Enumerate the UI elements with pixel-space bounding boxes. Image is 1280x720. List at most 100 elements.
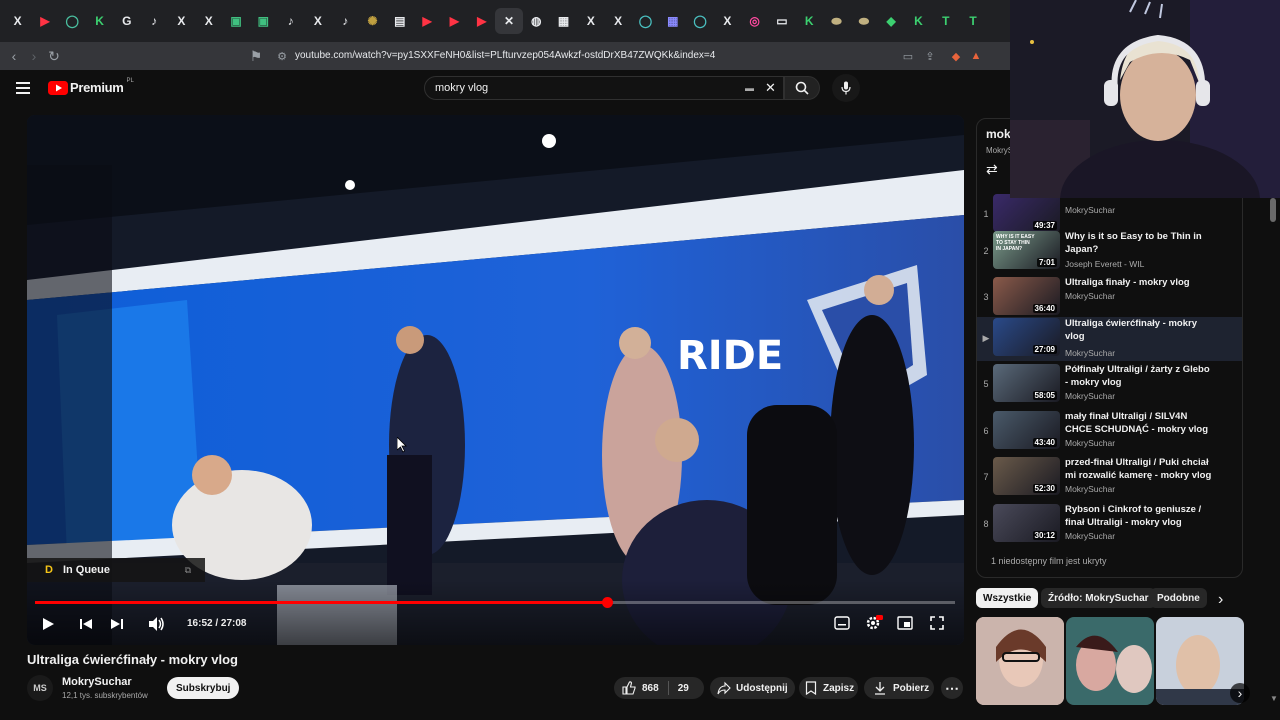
browser-tab[interactable]: ▶ bbox=[441, 8, 468, 34]
browser-tab[interactable]: ▣ bbox=[222, 8, 249, 34]
channel-name[interactable]: MokrySuchar bbox=[62, 676, 132, 688]
browser-tab[interactable]: ▦ bbox=[659, 8, 686, 34]
scroll-down-icon[interactable]: ▼ bbox=[1270, 694, 1278, 703]
thumbnails-next-icon[interactable]: › bbox=[1230, 683, 1250, 703]
dislike-button[interactable]: 29 bbox=[678, 683, 689, 694]
back-arrow-icon[interactable]: ‹ bbox=[4, 46, 24, 66]
browser-tab[interactable]: ⬬ bbox=[850, 8, 877, 34]
recommendation-thumbnail[interactable] bbox=[1066, 617, 1154, 705]
browser-tab[interactable]: ◍ bbox=[523, 8, 550, 34]
clear-search-icon[interactable]: ✕ bbox=[765, 80, 776, 96]
browser-tab[interactable]: K bbox=[86, 8, 113, 34]
keyboard-icon[interactable]: ▬ bbox=[745, 83, 754, 93]
playlist-item[interactable]: 7 52:30 przed-finał Ultraligi / Puki chcia… bbox=[977, 456, 1242, 502]
subtitles-button[interactable] bbox=[834, 616, 850, 635]
like-button[interactable]: 868 bbox=[622, 681, 659, 695]
browser-tab[interactable]: X bbox=[168, 8, 195, 34]
voice-search-button[interactable] bbox=[832, 74, 860, 102]
browser-tab[interactable]: ▣ bbox=[250, 8, 277, 34]
playlist-item[interactable]: 2 WHY IS IT EASY TO STAY THIN IN JAPAN? 7:… bbox=[977, 230, 1242, 276]
install-app-icon[interactable]: ▭ bbox=[898, 46, 918, 66]
browser-tab[interactable]: T bbox=[932, 8, 959, 34]
browser-tab[interactable]: G bbox=[113, 8, 140, 34]
site-info-icon[interactable]: ⚙ bbox=[272, 46, 292, 66]
playlist-item[interactable]: 6 43:40 mały finał Ultraligi / SILV4N CHCE… bbox=[977, 410, 1242, 456]
page-scrollbar[interactable] bbox=[1270, 198, 1276, 222]
download-button[interactable]: Pobierz bbox=[864, 677, 934, 699]
share-icon bbox=[717, 681, 731, 695]
channel-avatar[interactable]: MS bbox=[27, 675, 53, 701]
browser-tab[interactable]: K bbox=[796, 8, 823, 34]
play-button[interactable] bbox=[41, 617, 55, 636]
search-input[interactable]: mokry vlog ▬ ✕ bbox=[424, 76, 784, 100]
settings-button[interactable] bbox=[865, 615, 883, 636]
filter-chip[interactable]: Podobne bbox=[1150, 588, 1207, 608]
previous-button[interactable] bbox=[79, 617, 93, 636]
chips-next-icon[interactable]: › bbox=[1218, 591, 1223, 609]
expand-queue-icon[interactable]: ⧉ bbox=[185, 565, 191, 576]
fullscreen-button[interactable] bbox=[930, 616, 944, 635]
more-actions-button[interactable]: ⋯ bbox=[941, 677, 963, 699]
subscribe-button[interactable]: Subskrybuj bbox=[167, 677, 240, 699]
browser-tab[interactable]: X bbox=[577, 8, 604, 34]
next-button[interactable] bbox=[110, 617, 124, 636]
save-button[interactable]: Zapisz bbox=[799, 677, 858, 699]
rewards-icon[interactable]: ▲ bbox=[966, 46, 986, 66]
playlist-item[interactable]: 5 58:05 Półfinały Ultraligi / żarty z Gleb… bbox=[977, 363, 1242, 409]
browser-tab[interactable]: ✕ bbox=[495, 8, 523, 34]
playlist-item-index: 6 bbox=[983, 426, 989, 436]
browser-tab[interactable]: X bbox=[605, 8, 632, 34]
playlist-title[interactable]: mok bbox=[986, 127, 1011, 141]
browser-tab[interactable]: ▤ bbox=[386, 8, 413, 34]
playlist-item[interactable]: ▶ 27:09 Ultraliga ćwierćfinały - mokry vlo… bbox=[977, 317, 1242, 361]
bookmark-icon[interactable]: ⚑ bbox=[246, 46, 266, 66]
progress-bar[interactable] bbox=[35, 597, 955, 608]
forward-arrow-icon[interactable]: › bbox=[24, 46, 44, 66]
browser-tab[interactable]: ♪ bbox=[140, 8, 167, 34]
gear-icon bbox=[866, 615, 883, 630]
browser-tab[interactable]: X bbox=[714, 8, 741, 34]
filter-chip[interactable]: Wszystkie bbox=[976, 588, 1039, 608]
browser-tab[interactable]: ⬬ bbox=[823, 8, 850, 34]
browser-tab[interactable]: X bbox=[304, 8, 331, 34]
browser-tab[interactable]: ▶ bbox=[413, 8, 440, 34]
browser-tab[interactable]: ◯ bbox=[632, 8, 659, 34]
recommendation-thumbnail[interactable] bbox=[976, 617, 1064, 705]
browser-tab[interactable]: X bbox=[4, 8, 31, 34]
filter-chip[interactable]: Źródło: MokrySuchar bbox=[1041, 588, 1156, 608]
browser-tab[interactable]: ▶ bbox=[31, 8, 58, 34]
browser-tab[interactable]: ◎ bbox=[741, 8, 768, 34]
browser-tab[interactable]: ✺ bbox=[359, 8, 386, 34]
queue-banner: D In Queue ⧉ bbox=[27, 558, 205, 582]
volume-button[interactable] bbox=[148, 616, 166, 637]
browser-tab[interactable]: ◯ bbox=[59, 8, 86, 34]
browser-tab[interactable]: ♪ bbox=[332, 8, 359, 34]
playlist-item[interactable]: 3 36:40 Ultraliga finały - mokry vlog Mokry… bbox=[977, 276, 1242, 322]
controls-gradient bbox=[27, 580, 964, 645]
share-page-icon[interactable]: ⇪ bbox=[920, 46, 940, 66]
share-button[interactable]: Udostępnij bbox=[710, 677, 795, 699]
search-button[interactable] bbox=[784, 76, 820, 100]
miniplayer-button[interactable] bbox=[897, 616, 913, 635]
address-bar[interactable]: youtube.com/watch?v=py1SXXFeNH0&list=PLf… bbox=[295, 50, 715, 61]
like-dislike-group: 868 29 bbox=[614, 677, 704, 699]
miniplayer-icon bbox=[897, 616, 913, 630]
loop-playlist-icon[interactable]: ⇄ bbox=[986, 161, 998, 178]
playlist-item-title: Rybson i Cinkrof to geniusze / finał Ult… bbox=[1065, 504, 1202, 528]
browser-tab[interactable]: K bbox=[905, 8, 932, 34]
browser-tab[interactable]: X bbox=[195, 8, 222, 34]
video-player[interactable]: RIDE D In Queue ⧉ 16:52 / 27:08 bbox=[27, 115, 964, 645]
browser-tab[interactable]: ◯ bbox=[686, 8, 713, 34]
playlist-item[interactable]: 8 30:12 Rybson i Cinkrof to geniusze / fin… bbox=[977, 503, 1242, 549]
browser-tab[interactable]: ▦ bbox=[550, 8, 577, 34]
browser-tab[interactable]: ◆ bbox=[878, 8, 905, 34]
brave-shield-icon[interactable]: ◆ bbox=[946, 46, 966, 66]
youtube-premium-logo[interactable]: Premium PL bbox=[48, 78, 134, 95]
playlist-item-channel: Joseph Everett - WIL bbox=[1065, 259, 1145, 269]
browser-tab[interactable]: ▭ bbox=[768, 8, 795, 34]
reload-icon[interactable]: ↻ bbox=[44, 46, 64, 66]
browser-tab[interactable]: ▶ bbox=[468, 8, 495, 34]
browser-tab[interactable]: ♪ bbox=[277, 8, 304, 34]
browser-tab[interactable]: T bbox=[959, 8, 986, 34]
menu-icon[interactable] bbox=[16, 81, 32, 95]
